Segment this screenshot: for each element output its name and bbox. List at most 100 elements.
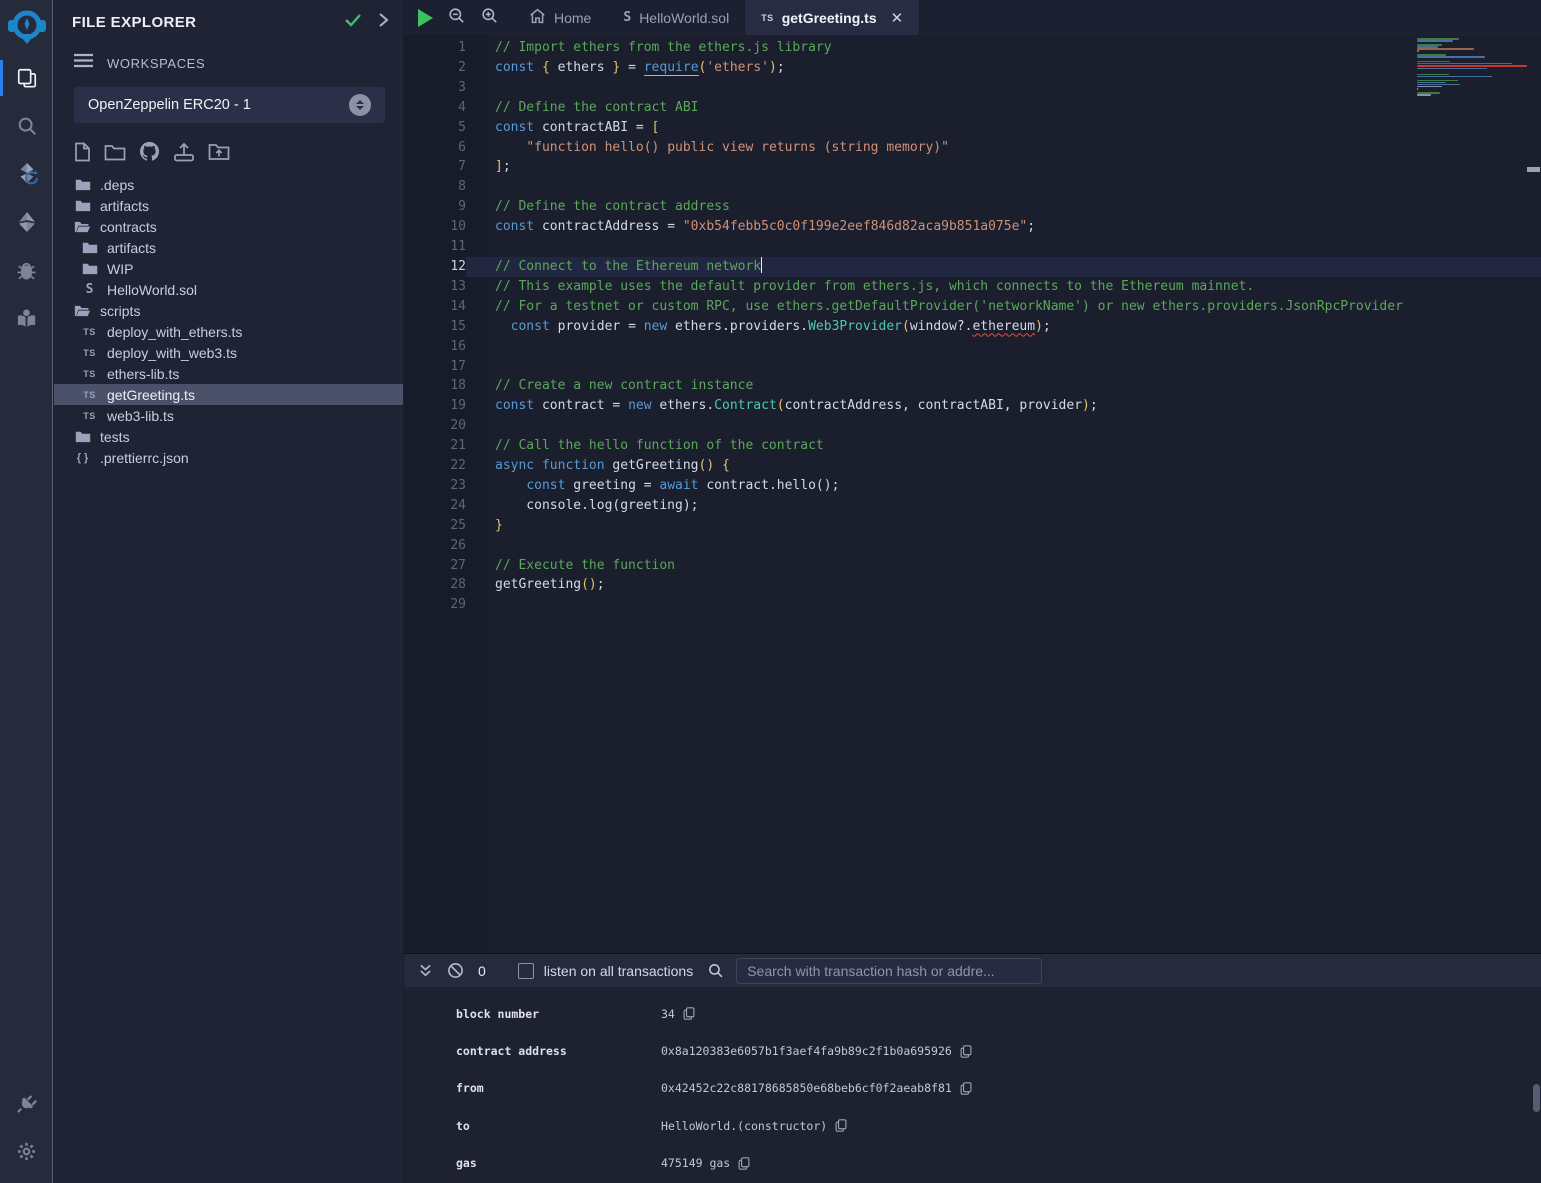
terminal: 0 listen on all transactions block numbe… [404,953,1541,1183]
sidebar-item-settings[interactable] [0,1127,53,1175]
tree-item-contracts[interactable]: contracts [54,216,403,237]
editor-area: HomeSHelloWorld.solTSgetGreeting.ts✕ 1//… [404,0,1541,1183]
workspace-select[interactable]: OpenZeppelin ERC20 - 1 [74,87,385,123]
tree-item-artifacts[interactable]: artifacts [54,237,403,258]
copy-icon[interactable] [960,1045,972,1058]
tree-item-tests[interactable]: tests [54,426,403,447]
minimap-line [1417,58,1529,60]
tree-item-ethers-lib-ts[interactable]: TSethers-lib.ts [54,363,403,384]
tree-item-artifacts[interactable]: artifacts [54,195,403,216]
terminal-row-label: contract address [456,1044,661,1058]
debugger-icon [15,259,38,282]
tree-item--deps[interactable]: .deps [54,174,403,195]
minimap[interactable] [1417,38,1529,98]
minimap-line [1417,70,1529,72]
clear-console-icon[interactable] [447,962,464,979]
chevron-right-icon[interactable] [377,12,389,33]
remix-logo-icon [6,6,48,48]
minimap-line [1417,48,1474,50]
terminal-row-label: block number [456,1007,661,1021]
tab-bar: HomeSHelloWorld.solTSgetGreeting.ts✕ [404,0,1541,35]
new-file-icon[interactable] [74,142,91,162]
copy-icon[interactable] [835,1119,847,1132]
tree-item-label: web3-lib.ts [107,408,174,424]
sidebar-item-deploy-run[interactable] [0,198,53,246]
code-line-21: 21// Call the hello function of the cont… [404,436,1541,456]
github-icon[interactable] [139,141,160,162]
listen-transactions-checkbox[interactable] [518,963,534,979]
line-number: 11 [404,237,466,257]
code-line-3: 3 [404,78,1541,98]
tab-home[interactable]: Home [513,0,607,35]
minimap-line [1417,65,1527,67]
publish-to-gist-icon[interactable] [173,142,195,162]
zoom-out-icon[interactable] [447,6,466,30]
gear-icon [15,1140,38,1163]
tab-getgreeting-ts[interactable]: TSgetGreeting.ts✕ [745,0,919,35]
tree-item-scripts[interactable]: scripts [54,300,403,321]
hamburger-icon[interactable] [74,53,93,73]
line-number: 28 [404,575,466,595]
sidebar-item-file-explorer[interactable] [0,54,53,102]
tree-item-helloworld-sol[interactable]: SHelloWorld.sol [54,279,403,300]
close-tab-icon[interactable]: ✕ [891,9,904,27]
code-line-5: 5const contractABI = [ [404,118,1541,138]
remix-ide: FILE EXPLORER WORKSPACES OpenZeppelin ER… [0,0,1541,1183]
copy-icon[interactable] [960,1082,972,1095]
terminal-scrollbar[interactable] [1533,1084,1540,1112]
file-tree: .depsartifactscontractsartifactsWIPSHell… [54,174,403,468]
tree-item-deploy-with-web3-ts[interactable]: TSdeploy_with_web3.ts [54,342,403,363]
tree-item-label: tests [100,429,130,445]
terminal-search-input[interactable] [736,958,1042,984]
panel-title: FILE EXPLORER [72,14,329,31]
line-number: 26 [404,536,466,556]
terminal-collapse-icon[interactable] [418,963,433,978]
terminal-row-value: 0x42452c22c88178685850e68beb6cf0f2aeab8f… [661,1081,952,1095]
tree-item-wip[interactable]: WIP [54,258,403,279]
file-operations-toolbar [54,123,403,170]
sidebar-item-search[interactable] [0,102,53,150]
code-line-20: 20 [404,416,1541,436]
deploy-run-icon [15,210,39,234]
line-number: 27 [404,556,466,576]
tab-label: getGreeting.ts [782,10,877,26]
sidebar-item-learneth[interactable] [0,294,53,342]
editor-scrollbar[interactable] [1527,167,1540,172]
tree-item-web3-lib-ts[interactable]: TSweb3-lib.ts [54,405,403,426]
remix-logo[interactable] [0,0,53,54]
line-number: 17 [404,357,466,377]
code-line-14: 14// For a testnet or custom RPC, use et… [404,297,1541,317]
sidebar-item-plugin-manager[interactable] [0,1079,53,1127]
book-icon [15,307,38,330]
line-number: 4 [404,98,466,118]
copy-icon[interactable] [738,1157,750,1170]
tree-item-label: contracts [100,219,157,235]
check-icon[interactable] [343,12,363,33]
terminal-row-to: toHelloWorld.(constructor) [456,1107,1541,1144]
code-editor[interactable]: 1// Import ethers from the ethers.js lib… [404,35,1541,952]
code-line-27: 27// Execute the function [404,556,1541,576]
minimap-line [1417,63,1512,65]
sidebar-item-solidity-compiler[interactable] [0,150,53,198]
zoom-in-icon[interactable] [480,6,499,30]
tabs: HomeSHelloWorld.solTSgetGreeting.ts✕ [513,0,919,35]
code-line-29: 29 [404,595,1541,615]
line-number: 22 [404,456,466,476]
tree-item-deploy-with-ethers-ts[interactable]: TSdeploy_with_ethers.ts [54,321,403,342]
copy-icon[interactable] [683,1007,695,1020]
code-line-7: 7]; [404,157,1541,177]
file-explorer-icon [16,67,38,89]
minimap-line [1417,96,1529,98]
tree-item--prettierrc-json[interactable]: { }.prettierrc.json [54,447,403,468]
upload-folder-icon[interactable] [208,142,230,161]
line-number: 8 [404,177,466,197]
tab-helloworld-sol[interactable]: SHelloWorld.sol [607,0,745,35]
workspace-switch-icon[interactable] [349,94,371,116]
new-folder-icon[interactable] [104,143,126,161]
run-script-button[interactable] [418,9,433,27]
line-number: 1 [404,38,466,58]
sidebar-item-debugger[interactable] [0,246,53,294]
tree-item-getgreeting-ts[interactable]: TSgetGreeting.ts [54,384,403,405]
tree-item-label: .deps [100,177,134,193]
line-number: 16 [404,337,466,357]
